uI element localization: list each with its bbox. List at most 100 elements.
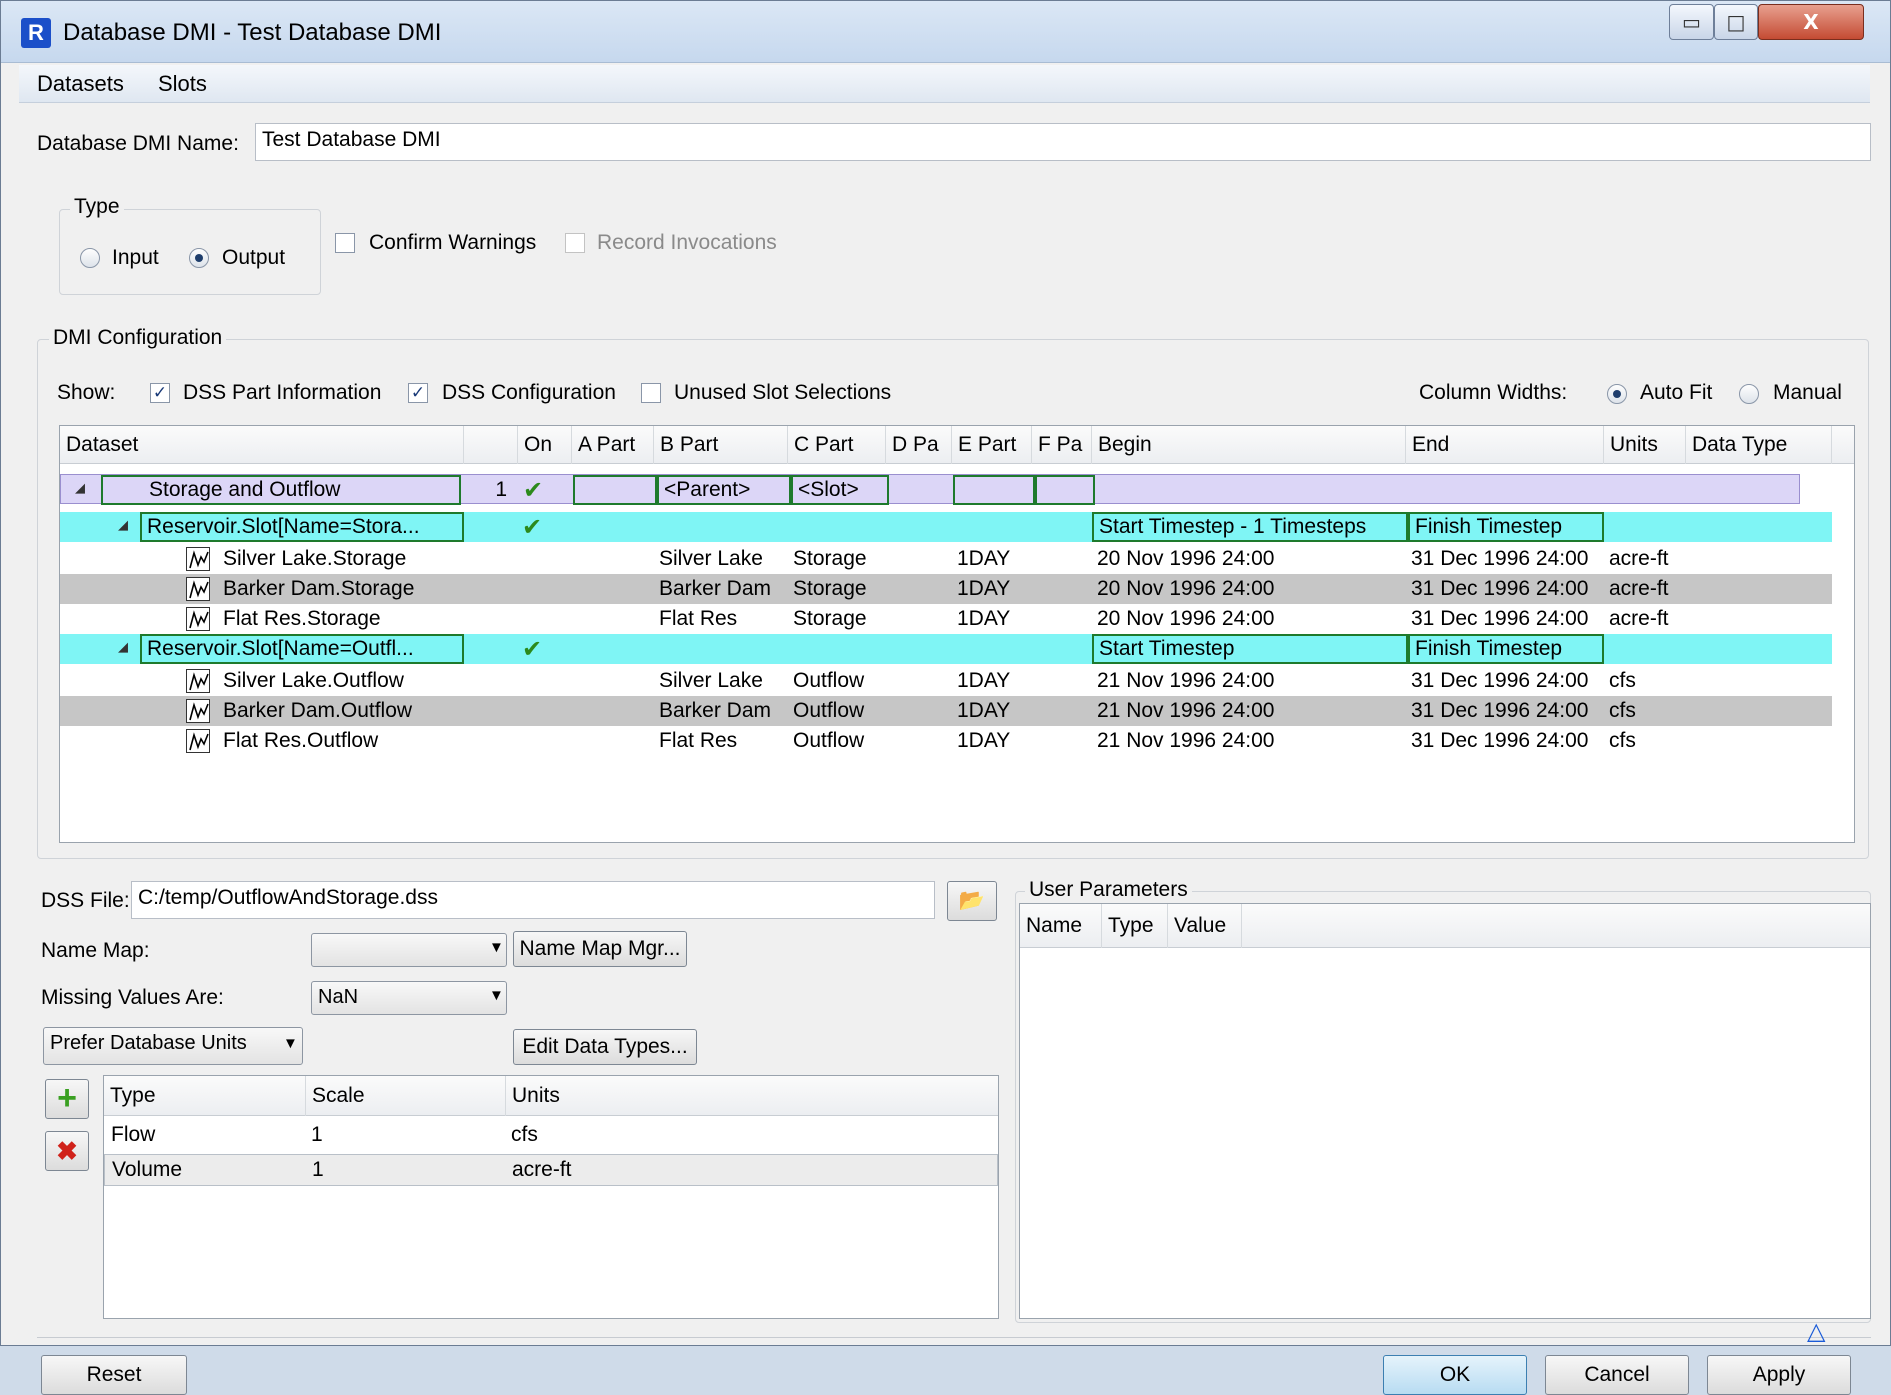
- manual-label: Manual: [1773, 381, 1842, 404]
- confirm-warnings-checkbox[interactable]: [335, 233, 355, 253]
- unused-slot-checkbox[interactable]: [641, 383, 661, 403]
- col-type[interactable]: Type: [104, 1076, 306, 1116]
- auto-fit-radio[interactable]: [1607, 384, 1627, 404]
- table-row[interactable]: ◢ Reservoir.Slot[Name=Outfl... ✔ Start T…: [60, 634, 1832, 664]
- apply-button[interactable]: Apply: [1707, 1355, 1851, 1395]
- col-units[interactable]: Units: [506, 1076, 998, 1116]
- col-e-part[interactable]: E Part: [952, 426, 1032, 464]
- on-check-icon[interactable]: ✔: [523, 475, 543, 505]
- on-check-icon[interactable]: ✔: [522, 512, 542, 542]
- table-row[interactable]: Flat Res.Storage Flat Res Storage 1DAY 2…: [60, 604, 1854, 634]
- chevron-down-icon[interactable]: ▼: [489, 939, 504, 956]
- units-cell: acre-ft: [1609, 607, 1669, 630]
- col-dataset[interactable]: Dataset: [60, 426, 464, 464]
- delete-icon[interactable]: ✖: [45, 1131, 89, 1171]
- dss-part-info-checkbox[interactable]: ✓: [150, 383, 170, 403]
- chevron-down-icon[interactable]: ▼: [489, 987, 504, 1004]
- table-row[interactable]: Barker Dam.Outflow Barker Dam Outflow 1D…: [60, 696, 1832, 726]
- close-button[interactable]: X: [1758, 4, 1864, 40]
- dss-config-checkbox[interactable]: ✓: [408, 383, 428, 403]
- scale-cell: 1: [312, 1158, 324, 1181]
- collapse-icon[interactable]: ◢: [75, 481, 85, 496]
- col-begin[interactable]: Begin: [1092, 426, 1406, 464]
- dss-part-info-label: DSS Part Information: [183, 381, 382, 404]
- chevron-down-icon[interactable]: ▼: [283, 1035, 298, 1052]
- units-cell: acre-ft: [1609, 577, 1669, 600]
- c-part-cell: Outflow: [793, 669, 865, 692]
- minimize-button[interactable]: ▭: [1669, 4, 1714, 40]
- table-row[interactable]: Barker Dam.Storage Barker Dam Storage 1D…: [60, 574, 1832, 604]
- reset-button[interactable]: Reset: [41, 1355, 187, 1395]
- maximize-button[interactable]: □: [1714, 4, 1758, 40]
- col-index[interactable]: [464, 426, 518, 464]
- b-part-cell[interactable]: <Parent>: [657, 475, 791, 505]
- dmi-name-input[interactable]: Test Database DMI: [255, 123, 1871, 161]
- col-b-part[interactable]: B Part: [654, 426, 788, 464]
- f-part-cell[interactable]: [1035, 475, 1095, 505]
- end-cell[interactable]: Finish Timestep: [1408, 512, 1604, 542]
- menu-bar: Datasets Slots: [19, 65, 1870, 103]
- col-type[interactable]: Type: [1102, 904, 1168, 948]
- warning-triangle-icon[interactable]: △: [1807, 1317, 1825, 1346]
- e-part-cell[interactable]: [953, 475, 1035, 505]
- dmi-window: R Database DMI - Test Database DMI ▭ □ X…: [0, 0, 1891, 1395]
- table-row[interactable]: Flat Res.Outflow Flat Res Outflow 1DAY 2…: [60, 726, 1854, 756]
- edit-data-types-button[interactable]: Edit Data Types...: [513, 1029, 697, 1065]
- col-scale[interactable]: Scale: [306, 1076, 506, 1116]
- dialog-content: Database DMI Name: Test Database DMI Typ…: [19, 105, 1871, 1395]
- collapse-icon[interactable]: ◢: [118, 640, 128, 655]
- cancel-button[interactable]: Cancel: [1545, 1355, 1689, 1395]
- col-value[interactable]: Value: [1168, 904, 1242, 948]
- input-radio[interactable]: [80, 248, 100, 268]
- table-row[interactable]: Silver Lake.Outflow Silver Lake Outflow …: [60, 666, 1854, 696]
- dataset-table[interactable]: Dataset On A Part B Part C Part D Pa E P…: [59, 425, 1855, 843]
- units-cell: cfs: [1609, 669, 1636, 692]
- output-radio[interactable]: [189, 248, 209, 268]
- col-d-part[interactable]: D Pa: [886, 426, 952, 464]
- col-on[interactable]: On: [518, 426, 572, 464]
- col-f-part[interactable]: F Pa: [1032, 426, 1092, 464]
- on-check-icon[interactable]: ✔: [522, 634, 542, 664]
- begin-cell: 20 Nov 1996 24:00: [1097, 547, 1275, 570]
- col-data-type[interactable]: Data Type: [1686, 426, 1832, 464]
- units-table[interactable]: Type Scale Units Flow 1 cfs Volume 1 acr…: [103, 1075, 999, 1319]
- end-cell: 31 Dec 1996 24:00: [1411, 669, 1589, 692]
- prefer-units-select[interactable]: Prefer Database Units: [43, 1027, 303, 1065]
- table-row[interactable]: Flow 1 cfs: [104, 1118, 998, 1152]
- ok-button[interactable]: OK: [1383, 1355, 1527, 1395]
- manual-radio[interactable]: [1739, 384, 1759, 404]
- menu-datasets[interactable]: Datasets: [37, 71, 124, 97]
- begin-cell: 20 Nov 1996 24:00: [1097, 607, 1275, 630]
- missing-values-select[interactable]: NaN: [311, 981, 507, 1015]
- table-row[interactable]: ◢ Reservoir.Slot[Name=Stora... ✔ Start T…: [60, 512, 1832, 542]
- user-params-table[interactable]: Name Type Value: [1019, 903, 1871, 1319]
- name-map-select[interactable]: [311, 933, 507, 967]
- column-widths-label: Column Widths:: [1419, 381, 1568, 404]
- name-map-mgr-button[interactable]: Name Map Mgr...: [513, 931, 687, 967]
- col-name[interactable]: Name: [1020, 904, 1102, 948]
- user-params-title: User Parameters: [1025, 878, 1192, 902]
- table-row[interactable]: ◢ Storage and Outflow 1 ✔ <Parent> <Slot…: [60, 474, 1800, 505]
- menu-slots[interactable]: Slots: [158, 71, 207, 97]
- table-row[interactable]: Volume 1 acre-ft: [104, 1154, 998, 1186]
- add-icon[interactable]: +: [45, 1079, 89, 1119]
- col-c-part[interactable]: C Part: [788, 426, 886, 464]
- begin-cell[interactable]: Start Timestep: [1092, 634, 1408, 664]
- b-part-cell: Silver Lake: [659, 669, 763, 692]
- col-a-part[interactable]: A Part: [572, 426, 654, 464]
- record-invocations-checkbox[interactable]: [565, 233, 585, 253]
- dataset-number: 1: [495, 478, 507, 501]
- units-cell: cfs: [511, 1123, 538, 1146]
- c-part-cell[interactable]: <Slot>: [791, 475, 889, 505]
- begin-cell[interactable]: Start Timestep - 1 Timesteps: [1092, 512, 1408, 542]
- end-cell[interactable]: Finish Timestep: [1408, 634, 1604, 664]
- end-cell: 31 Dec 1996 24:00: [1411, 547, 1589, 570]
- table-row[interactable]: Silver Lake.Storage Silver Lake Storage …: [60, 544, 1854, 574]
- e-part-cell: 1DAY: [957, 669, 1011, 692]
- a-part-cell[interactable]: [573, 475, 657, 505]
- dss-file-input[interactable]: C:/temp/OutflowAndStorage.dss: [131, 881, 935, 919]
- col-end[interactable]: End: [1406, 426, 1604, 464]
- browse-folder-button[interactable]: 📂: [947, 881, 997, 921]
- col-units[interactable]: Units: [1604, 426, 1686, 464]
- collapse-icon[interactable]: ◢: [118, 518, 128, 533]
